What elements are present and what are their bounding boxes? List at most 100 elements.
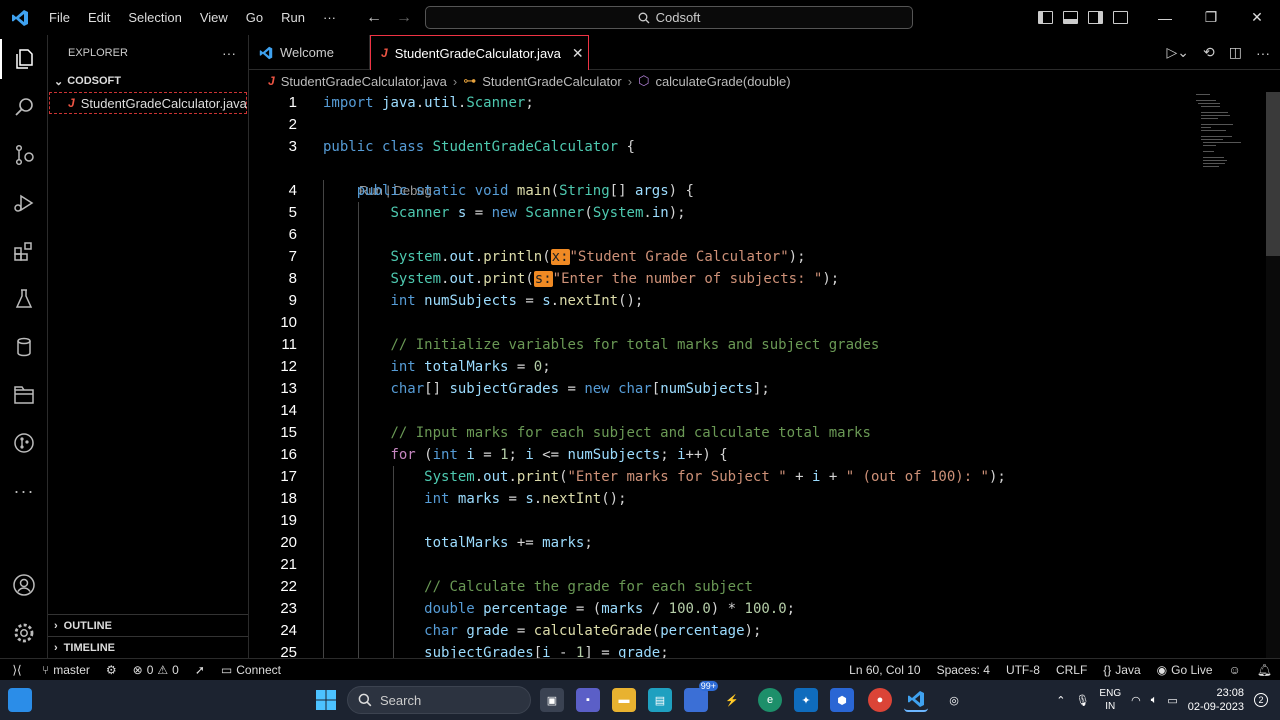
source-control-icon[interactable] bbox=[0, 135, 48, 175]
split-editor-icon[interactable]: ◫ bbox=[1229, 44, 1242, 61]
code-line[interactable]: 5 Scanner s = new Scanner(System.in); bbox=[249, 202, 1269, 224]
notification-badge-icon[interactable]: 2 bbox=[1254, 693, 1268, 707]
close-window-icon[interactable]: ✕ bbox=[1234, 0, 1280, 35]
encoding[interactable]: UTF-8 bbox=[998, 659, 1048, 681]
code-line[interactable]: 1 import java.util.Scanner; bbox=[249, 92, 1269, 114]
database-icon[interactable] bbox=[0, 327, 48, 367]
input-language[interactable]: ENG IN bbox=[1099, 687, 1121, 713]
timeline-history-icon[interactable]: ⟲ bbox=[1203, 44, 1215, 61]
code-line[interactable]: 18 int marks = s.nextInt(); bbox=[249, 488, 1269, 510]
volume-icon[interactable]: 🔈︎ bbox=[1151, 694, 1158, 707]
project-manager-icon[interactable] bbox=[0, 375, 48, 415]
code-line[interactable]: 13 char[] subjectGrades = new char[numSu… bbox=[249, 378, 1269, 400]
minimap[interactable] bbox=[1196, 94, 1256, 184]
go-live-button[interactable]: ◉ Go Live bbox=[1149, 659, 1221, 681]
microphone-icon[interactable]: 🎙︎ bbox=[1075, 694, 1089, 707]
task-view-icon[interactable]: ▣ bbox=[540, 688, 564, 712]
extensions-icon[interactable] bbox=[0, 231, 48, 271]
tab-welcome[interactable]: Welcome bbox=[249, 35, 370, 70]
code-line[interactable]: 8 System.out.print(s:"Enter the number o… bbox=[249, 268, 1269, 290]
wifi-icon[interactable]: ◠ bbox=[1131, 694, 1141, 707]
branch-status[interactable]: ⑂ master bbox=[34, 659, 98, 681]
menu-edit[interactable]: Edit bbox=[79, 0, 119, 35]
code-line[interactable]: 16 for (int i = 1; i <= numSubjects; i++… bbox=[249, 444, 1269, 466]
code-line[interactable]: 3 public class StudentGradeCalculator { bbox=[249, 136, 1269, 158]
shield-app-icon[interactable]: ⬢ bbox=[830, 688, 854, 712]
menu-selection[interactable]: Selection bbox=[119, 0, 190, 35]
file-explorer-icon[interactable]: ▬ bbox=[612, 688, 636, 712]
forward-arrow-icon[interactable]: → bbox=[396, 9, 412, 27]
code-line[interactable]: 10 bbox=[249, 312, 1269, 334]
taskbar-search[interactable]: Search bbox=[347, 686, 531, 714]
run-java-icon[interactable]: ▷⌄ bbox=[1167, 44, 1190, 61]
edge-icon[interactable]: e bbox=[758, 688, 782, 712]
notifications-bell-icon[interactable]: 🔔︎ bbox=[1249, 659, 1280, 681]
start-windows-icon[interactable] bbox=[314, 688, 338, 712]
run-debug-icon[interactable] bbox=[0, 183, 48, 223]
more-views-icon[interactable]: ··· bbox=[0, 471, 48, 511]
code-line[interactable]: 6 bbox=[249, 224, 1269, 246]
command-center[interactable]: Codsoft bbox=[425, 6, 913, 29]
code-line[interactable]: 22 // Calculate the grade for each subje… bbox=[249, 576, 1269, 598]
remote-icon[interactable]: ⟩⟨ bbox=[0, 659, 34, 681]
mail-icon[interactable]: 99+ bbox=[684, 681, 718, 712]
breadcrumb-file[interactable]: StudentGradeCalculator.java bbox=[281, 74, 447, 89]
vscode-taskbar-icon[interactable] bbox=[904, 688, 928, 712]
clock[interactable]: 23:08 02-09-2023 bbox=[1188, 686, 1244, 714]
vertical-scrollbar-thumb[interactable] bbox=[1266, 92, 1280, 256]
code-line[interactable]: 12 int totalMarks = 0; bbox=[249, 356, 1269, 378]
cursor-position[interactable]: Ln 60, Col 10 bbox=[841, 659, 928, 681]
breadcrumb-method[interactable]: calculateGrade(double) bbox=[655, 74, 790, 89]
language-mode[interactable]: {} Java bbox=[1095, 659, 1148, 681]
code-line[interactable]: 24 char grade = calculateGrade(percentag… bbox=[249, 620, 1269, 642]
feedback-icon[interactable]: ☺ bbox=[1221, 659, 1249, 681]
problems-status[interactable]: ⊗ 0 ⚠ 0 bbox=[125, 659, 187, 681]
tab-student-grade-calculator[interactable]: J StudentGradeCalculator.java ✕ bbox=[370, 35, 589, 70]
code-line[interactable]: 23 double percentage = (marks / 100.0) *… bbox=[249, 598, 1269, 620]
live-share-icon[interactable]: ➚ bbox=[187, 659, 213, 681]
code-line[interactable]: 11 // Initialize variables for total mar… bbox=[249, 334, 1269, 356]
timeline-section[interactable]: › TIMELINE bbox=[48, 636, 248, 658]
battery-icon[interactable]: ▭ bbox=[1167, 694, 1177, 707]
menu-more[interactable]: ··· bbox=[314, 0, 345, 35]
back-arrow-icon[interactable]: ← bbox=[366, 9, 382, 27]
code-line[interactable]: 2 bbox=[249, 114, 1269, 136]
toggle-sidebar-icon[interactable] bbox=[1038, 11, 1053, 24]
dropbox-icon[interactable]: ✦ bbox=[794, 688, 818, 712]
menu-go[interactable]: Go bbox=[237, 0, 272, 35]
menu-file[interactable]: File bbox=[40, 0, 79, 35]
toggle-secondary-sidebar-icon[interactable] bbox=[1088, 11, 1103, 24]
sync-icon[interactable]: ⚙ bbox=[98, 659, 125, 681]
menu-view[interactable]: View bbox=[191, 0, 237, 35]
store-icon[interactable]: ▤ bbox=[648, 688, 672, 712]
chevron-up-icon[interactable]: ⌃ bbox=[1056, 694, 1065, 707]
account-icon[interactable] bbox=[0, 565, 48, 605]
git-graph-icon[interactable] bbox=[0, 423, 48, 463]
power-automate-icon[interactable]: ⚡ bbox=[720, 688, 744, 712]
outline-section[interactable]: › OUTLINE bbox=[48, 614, 248, 636]
restore-icon[interactable]: ❐ bbox=[1188, 0, 1234, 35]
code-line[interactable]: 9 int numSubjects = s.nextInt(); bbox=[249, 290, 1269, 312]
settings-gear-icon[interactable] bbox=[0, 613, 48, 653]
widgets-icon[interactable] bbox=[8, 688, 32, 712]
code-line[interactable]: 17 System.out.print("Enter marks for Sub… bbox=[249, 466, 1269, 488]
file-item[interactable]: J StudentGradeCalculator.java bbox=[49, 92, 247, 114]
line-ending[interactable]: CRLF bbox=[1048, 659, 1095, 681]
explorer-more-icon[interactable]: ··· bbox=[222, 45, 236, 61]
code-line[interactable]: 14 bbox=[249, 400, 1269, 422]
indentation[interactable]: Spaces: 4 bbox=[929, 659, 998, 681]
chrome-icon[interactable]: ● bbox=[868, 688, 892, 712]
customize-layout-icon[interactable] bbox=[1113, 11, 1128, 24]
code-line[interactable]: 25 subjectGrades[i - 1] = grade; bbox=[249, 642, 1269, 658]
search-view-icon[interactable] bbox=[0, 87, 48, 127]
connect-status[interactable]: ▭ Connect bbox=[213, 659, 289, 681]
explorer-icon[interactable] bbox=[0, 39, 48, 79]
toggle-panel-icon[interactable] bbox=[1063, 11, 1078, 24]
code-line[interactable]: 20 totalMarks += marks; bbox=[249, 532, 1269, 554]
code-line[interactable]: 7 System.out.println(x:"Student Grade Ca… bbox=[249, 246, 1269, 268]
minimize-icon[interactable]: — bbox=[1142, 0, 1188, 35]
code-line[interactable]: 4 public static void main(String[] args)… bbox=[249, 180, 1269, 202]
code-line[interactable]: 21 bbox=[249, 554, 1269, 576]
menu-run[interactable]: Run bbox=[272, 0, 314, 35]
teams-icon[interactable]: ▪ bbox=[576, 688, 600, 712]
